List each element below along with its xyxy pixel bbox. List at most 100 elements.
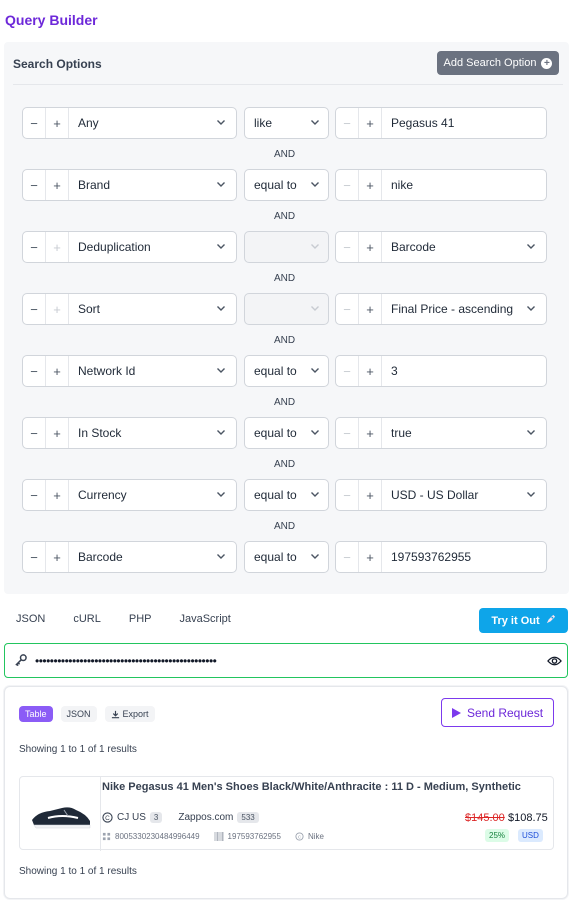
- add-row-button[interactable]: +: [46, 108, 69, 138]
- key-icon: [5, 654, 35, 667]
- remove-row-button[interactable]: −: [23, 170, 46, 200]
- product-title[interactable]: Nike Pegasus 41 Men's Shoes Black/White/…: [102, 781, 522, 793]
- product-card[interactable]: Nike Pegasus 41 Men's Shoes Black/White/…: [19, 776, 554, 851]
- value-text: 197593762955: [391, 550, 472, 564]
- view-tab-export[interactable]: Export: [104, 706, 155, 722]
- remove-value-button[interactable]: −: [336, 542, 359, 572]
- tab-javascript[interactable]: JavaScript: [179, 613, 230, 625]
- value-input[interactable]: true: [382, 418, 546, 448]
- field-select[interactable]: Deduplication: [69, 232, 236, 262]
- try-it-out-label: Try it Out: [491, 614, 540, 627]
- add-value-button[interactable]: +: [359, 480, 382, 510]
- and-joiner: AND: [273, 273, 296, 284]
- remove-value-button[interactable]: −: [336, 356, 359, 386]
- add-search-option-button[interactable]: Add Search Option +: [437, 51, 559, 75]
- operator-select[interactable]: [244, 293, 329, 325]
- value-group: − + USD - US Dollar: [335, 479, 547, 511]
- view-tab-table[interactable]: Table: [19, 706, 53, 722]
- add-row-button[interactable]: +: [46, 356, 69, 386]
- remove-row-button[interactable]: −: [23, 294, 46, 324]
- remove-row-button[interactable]: −: [23, 108, 46, 138]
- and-joiner: AND: [273, 335, 296, 346]
- tab-json[interactable]: JSON: [16, 613, 45, 625]
- remove-value-button[interactable]: −: [336, 480, 359, 510]
- field-group: − + Network Id: [22, 355, 237, 387]
- remove-value-button[interactable]: −: [336, 108, 359, 138]
- value-input[interactable]: 3: [382, 356, 546, 386]
- add-value-button[interactable]: +: [359, 356, 382, 386]
- and-joiner: AND: [273, 459, 296, 470]
- field-select[interactable]: In Stock: [69, 418, 236, 448]
- product-image: [32, 807, 91, 829]
- remove-value-button[interactable]: −: [336, 232, 359, 262]
- api-key-input[interactable]: ••••••••••••••••••••••••••••••••••••••••…: [4, 643, 568, 678]
- add-row-button[interactable]: +: [46, 418, 69, 448]
- operator-value: equal to: [254, 364, 297, 378]
- remove-row-button[interactable]: −: [23, 418, 46, 448]
- chevron-down-icon: [310, 117, 320, 127]
- operator-select[interactable]: equal to: [244, 417, 329, 449]
- add-value-button[interactable]: +: [359, 232, 382, 262]
- search-option-row: − + In Stock equal to − + true: [22, 417, 547, 449]
- value-input[interactable]: nike: [382, 170, 546, 200]
- network-icon: C: [102, 812, 113, 823]
- and-joiner: AND: [273, 521, 296, 532]
- field-select[interactable]: Network Id: [69, 356, 236, 386]
- value-group: − + Pegasus 41: [335, 107, 547, 139]
- play-icon: [451, 707, 461, 718]
- operator-select[interactable]: equal to: [244, 479, 329, 511]
- chevron-down-icon: [310, 365, 320, 375]
- add-row-button[interactable]: +: [46, 480, 69, 510]
- value-input[interactable]: USD - US Dollar: [382, 480, 546, 510]
- search-option-row: − + Brand equal to − + nike: [22, 169, 547, 201]
- operator-select[interactable]: [244, 231, 329, 263]
- operator-select[interactable]: equal to: [244, 169, 329, 201]
- add-value-button[interactable]: +: [359, 170, 382, 200]
- add-value-button[interactable]: +: [359, 418, 382, 448]
- operator-select[interactable]: equal to: [244, 541, 329, 573]
- add-row-button[interactable]: +: [46, 170, 69, 200]
- chevron-down-icon: [310, 489, 320, 499]
- remove-value-button[interactable]: −: [336, 170, 359, 200]
- and-joiner: AND: [273, 397, 296, 408]
- field-value: Deduplication: [78, 240, 151, 254]
- remove-row-button[interactable]: −: [23, 356, 46, 386]
- search-option-row: − + Sort − + Final Price - ascending: [22, 293, 547, 325]
- field-select[interactable]: Brand: [69, 170, 236, 200]
- value-input[interactable]: Final Price - ascending: [382, 294, 546, 324]
- try-it-out-button[interactable]: Try it Out: [479, 608, 568, 633]
- send-request-label: Send Request: [466, 705, 544, 720]
- field-select[interactable]: Barcode: [69, 542, 236, 572]
- view-tab-json[interactable]: JSON: [60, 706, 97, 722]
- value-text: 3: [391, 364, 398, 378]
- divider: [13, 84, 563, 85]
- send-request-button[interactable]: Send Request: [441, 698, 554, 727]
- value-input[interactable]: Pegasus 41: [382, 108, 546, 138]
- value-input[interactable]: 197593762955: [382, 542, 546, 572]
- merchant-name: Zappos.com: [178, 812, 234, 823]
- eye-icon[interactable]: [541, 655, 567, 667]
- operator-value: equal to: [254, 178, 297, 192]
- field-select[interactable]: Any: [69, 108, 236, 138]
- field-select[interactable]: Currency: [69, 480, 236, 510]
- remove-row-button[interactable]: −: [23, 480, 46, 510]
- chevron-down-icon: [310, 303, 320, 313]
- tab-curl[interactable]: cURL: [73, 613, 101, 625]
- tab-php[interactable]: PHP: [129, 613, 152, 625]
- remove-row-button[interactable]: −: [23, 542, 46, 572]
- remove-value-button[interactable]: −: [336, 294, 359, 324]
- add-row-button[interactable]: +: [46, 294, 69, 324]
- add-value-button[interactable]: +: [359, 542, 382, 572]
- add-row-button[interactable]: +: [46, 542, 69, 572]
- remove-row-button[interactable]: −: [23, 232, 46, 262]
- field-select[interactable]: Sort: [69, 294, 236, 324]
- add-value-button[interactable]: +: [359, 108, 382, 138]
- operator-select[interactable]: like: [244, 107, 329, 139]
- discount-badge: 25%: [485, 829, 510, 842]
- add-row-button[interactable]: +: [46, 232, 69, 262]
- operator-select[interactable]: equal to: [244, 355, 329, 387]
- value-input[interactable]: Barcode: [382, 232, 546, 262]
- field-group: − + Deduplication: [22, 231, 237, 263]
- remove-value-button[interactable]: −: [336, 418, 359, 448]
- add-value-button[interactable]: +: [359, 294, 382, 324]
